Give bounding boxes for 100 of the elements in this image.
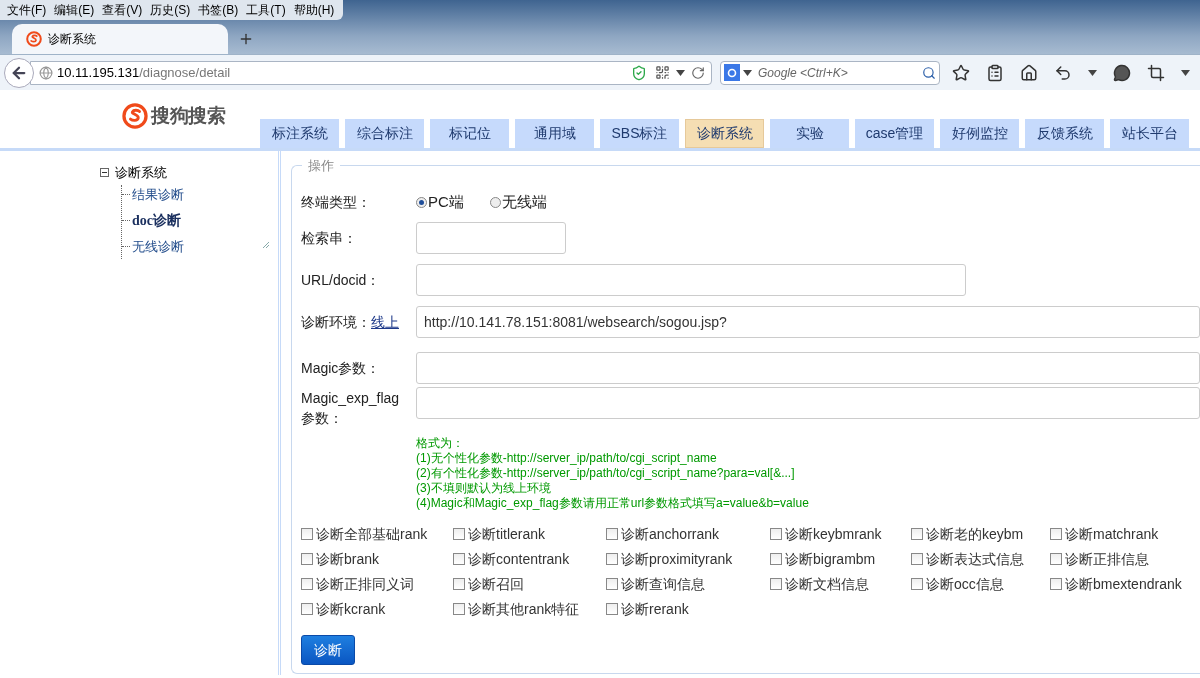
nav-tab[interactable]: case管理 xyxy=(855,119,934,148)
text-field[interactable]: http://10.141.78.151:8081/websearch/sogou.jsp? xyxy=(416,306,1200,338)
text-field[interactable] xyxy=(416,352,1200,384)
checkbox-label: 诊断brank xyxy=(316,549,380,569)
caret-icon[interactable] xyxy=(743,69,752,76)
browser-tab[interactable]: 诊断系统 xyxy=(12,24,228,54)
checkbox[interactable] xyxy=(1050,528,1062,540)
checkbox-label: 诊断正排同义词 xyxy=(316,574,414,594)
checkbox[interactable] xyxy=(606,603,618,615)
logo-icon xyxy=(26,31,42,47)
checkbox[interactable] xyxy=(770,578,782,590)
nav-tab[interactable]: 好例监控 xyxy=(940,119,1019,148)
checkbox-label: 诊断全部基础rank xyxy=(316,524,428,544)
environment-link[interactable]: 线上 xyxy=(371,311,399,333)
checkbox[interactable] xyxy=(606,578,618,590)
menu-item[interactable]: 历史(S) xyxy=(147,1,194,19)
text-field[interactable] xyxy=(416,222,566,254)
checkbox[interactable] xyxy=(606,553,618,565)
chat-icon[interactable] xyxy=(1113,63,1131,82)
checkbox[interactable] xyxy=(301,578,313,590)
new-tab-icon[interactable] xyxy=(238,31,254,47)
nav-tab[interactable]: 诊断系统 xyxy=(685,119,764,148)
checkbox-label: 诊断titlerank xyxy=(468,524,546,544)
menu-item[interactable]: 工具(T) xyxy=(243,1,289,19)
checkbox[interactable] xyxy=(301,528,313,540)
checkbox[interactable] xyxy=(1050,553,1062,565)
checkbox[interactable] xyxy=(770,528,782,540)
search-field[interactable]: Google <Ctrl+K> xyxy=(720,60,940,85)
checkbox[interactable] xyxy=(453,528,465,540)
nav-tab[interactable]: 实验 xyxy=(770,119,849,148)
address-field[interactable]: 10.11.195.131/diagnose/detail xyxy=(30,60,712,85)
nav-tab[interactable]: 通用域 xyxy=(515,119,594,148)
checkbox-label: 诊断老的keybm xyxy=(926,524,1024,544)
nav-tab[interactable]: 标注系统 xyxy=(260,119,339,148)
url-host: 10.11.195.131 xyxy=(57,63,140,82)
resize-grip-icon[interactable] xyxy=(262,241,270,249)
menu-item[interactable]: 编辑(E) xyxy=(51,1,98,19)
checkbox-label: 诊断matchrank xyxy=(1065,524,1159,544)
checkbox-label: 诊断bigrambm xyxy=(785,549,876,569)
format-hint-text: (4)Magic和Magic_exp_flag参数请用正常url参数格式填写a=value&b=value xyxy=(416,496,810,511)
text-field[interactable] xyxy=(416,387,1200,419)
checkbox[interactable] xyxy=(301,553,313,565)
checkbox[interactable] xyxy=(453,603,465,615)
checkbox-label: 诊断proximityrank xyxy=(621,549,733,569)
nav-tab[interactable]: SBS标注 xyxy=(600,119,679,148)
checkbox[interactable] xyxy=(301,603,313,615)
dropdown-caret-icon[interactable] xyxy=(676,69,685,76)
menu-item[interactable]: 书签(B) xyxy=(195,1,242,19)
checkbox[interactable] xyxy=(911,553,923,565)
logo-text: 搜狗搜索 xyxy=(151,103,226,128)
checkbox-label: 诊断rerank xyxy=(621,599,689,619)
menu-item[interactable]: 帮助(H) xyxy=(290,1,338,19)
checkbox[interactable] xyxy=(453,578,465,590)
checkbox[interactable] xyxy=(911,528,923,540)
checkbox-label: 诊断contentrank xyxy=(468,549,570,569)
home-icon[interactable] xyxy=(1020,63,1038,82)
format-hint-text: 格式为： xyxy=(416,436,465,451)
search-engine-icon[interactable] xyxy=(724,64,740,81)
caret-icon[interactable] xyxy=(1181,69,1190,76)
clipboard-icon[interactable] xyxy=(986,63,1004,82)
radio-label: PC端 xyxy=(428,191,464,212)
caret-icon[interactable] xyxy=(1088,69,1097,76)
checkbox-label: 诊断查询信息 xyxy=(621,574,705,594)
back-button[interactable] xyxy=(4,57,34,88)
checkbox-label: 诊断召回 xyxy=(468,574,524,594)
nav-tab[interactable]: 站长平台 xyxy=(1110,119,1189,148)
tree-item[interactable]: doc诊断 xyxy=(132,210,181,231)
checkbox[interactable] xyxy=(606,528,618,540)
globe-icon xyxy=(39,65,53,80)
tab-title: 诊断系统 xyxy=(48,31,96,48)
checkbox-label: 诊断occ信息 xyxy=(926,574,1004,594)
nav-tab[interactable]: 反馈系统 xyxy=(1025,119,1104,148)
field-label: Magic_exp_flag参数： xyxy=(301,389,401,428)
menu-item[interactable]: 查看(V) xyxy=(99,1,146,19)
search-icon[interactable] xyxy=(922,65,936,80)
checkbox[interactable] xyxy=(453,553,465,565)
nav-tab[interactable]: 标记位 xyxy=(430,119,509,148)
checkbox[interactable] xyxy=(1050,578,1062,590)
shield-icon[interactable] xyxy=(631,64,647,81)
reload-icon[interactable] xyxy=(691,65,705,80)
radio-button[interactable] xyxy=(489,196,501,208)
tree-item[interactable]: 无线诊断 xyxy=(132,237,184,257)
checkbox[interactable] xyxy=(911,578,923,590)
crop-icon[interactable] xyxy=(1147,63,1165,82)
tree-item[interactable]: 结果诊断 xyxy=(132,184,184,204)
menu-item[interactable]: 文件(F) xyxy=(4,1,50,19)
field-label: 诊断环境： xyxy=(301,312,371,332)
nav-tab[interactable]: 综合标注 xyxy=(345,119,424,148)
tree-item[interactable]: 诊断系统 xyxy=(115,163,167,183)
diagnose-button[interactable]: 诊断 xyxy=(301,635,355,665)
checkbox[interactable] xyxy=(770,553,782,565)
checkbox-label: 诊断keybmrank xyxy=(785,524,882,544)
undo-icon[interactable] xyxy=(1054,63,1072,82)
qr-code-icon[interactable] xyxy=(655,65,670,80)
text-field[interactable] xyxy=(416,264,966,296)
star-icon[interactable] xyxy=(952,63,970,82)
search-input[interactable]: Google <Ctrl+K> xyxy=(758,63,922,82)
radio-button[interactable] xyxy=(416,196,427,208)
collapse-toggle[interactable] xyxy=(100,168,109,178)
format-hint-text: (2)有个性化参数-http://server_ip/path/to/cgi_script_name?para=val[&...] xyxy=(416,466,796,481)
